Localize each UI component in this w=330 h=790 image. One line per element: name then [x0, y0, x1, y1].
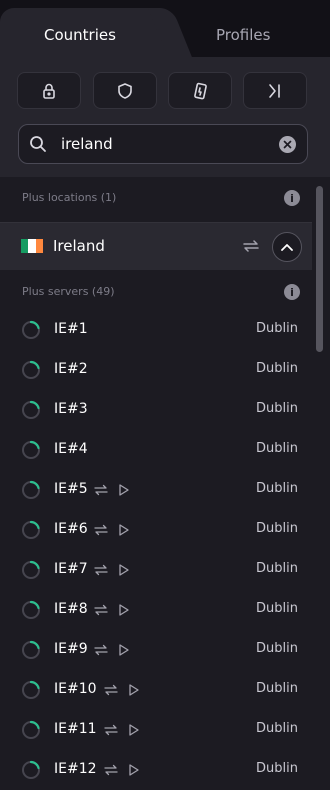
server-load-icon: [22, 560, 40, 579]
plus-servers-label: Plus servers (49): [22, 285, 115, 298]
netshield-filter-button[interactable]: [93, 72, 157, 109]
server-load-icon: [22, 520, 40, 539]
server-city: Dublin: [256, 521, 298, 536]
plus-locations-label: Plus locations (1): [22, 191, 117, 204]
play-icon[interactable]: [127, 763, 141, 777]
server-city: Dublin: [256, 321, 298, 336]
country-row-ireland[interactable]: Ireland: [0, 222, 312, 270]
clear-search-button[interactable]: [279, 136, 296, 153]
server-name: IE#8: [54, 601, 88, 617]
server-city: Dublin: [256, 761, 298, 776]
server-load-icon: [22, 720, 40, 739]
server-city: Dublin: [256, 601, 298, 616]
play-icon[interactable]: [117, 603, 131, 617]
server-city: Dublin: [256, 681, 298, 696]
close-icon: [283, 140, 292, 149]
server-row[interactable]: IE#4 Dublin: [0, 430, 312, 470]
reconnect-icon[interactable]: [94, 523, 108, 537]
reconnect-icon[interactable]: [94, 483, 108, 497]
ireland-flag-icon: [21, 239, 43, 253]
play-icon[interactable]: [117, 483, 131, 497]
flag-stripe-green: [21, 239, 29, 253]
reconnect-icon[interactable]: [104, 763, 118, 777]
server-city: Dublin: [256, 561, 298, 576]
play-icon[interactable]: [127, 683, 141, 697]
mobile-icon: [194, 82, 207, 99]
reconnect-icon[interactable]: [104, 683, 118, 697]
server-row[interactable]: IE#8 Dublin: [0, 590, 312, 630]
reconnect-icon[interactable]: [94, 563, 108, 577]
reconnect-icon[interactable]: [242, 238, 260, 254]
reconnect-icon[interactable]: [104, 723, 118, 737]
streaming-filter-button[interactable]: [168, 72, 232, 109]
search-input[interactable]: [61, 133, 261, 155]
tab-bar: Countries Profiles: [0, 0, 330, 57]
server-name: IE#10: [54, 681, 97, 697]
flag-stripe-white: [28, 239, 36, 253]
server-city: Dublin: [256, 401, 298, 416]
server-load-icon: [22, 600, 40, 619]
server-city: Dublin: [256, 481, 298, 496]
server-load-icon: [22, 320, 40, 339]
server-city: Dublin: [256, 641, 298, 656]
secure-core-filter-button[interactable]: [17, 72, 81, 109]
server-name: IE#7: [54, 561, 88, 577]
info-icon[interactable]: i: [284, 284, 300, 300]
server-name: IE#5: [54, 481, 88, 497]
play-icon[interactable]: [127, 723, 141, 737]
reconnect-icon[interactable]: [94, 603, 108, 617]
server-row[interactable]: IE#3 Dublin: [0, 390, 312, 430]
server-load-icon: [22, 400, 40, 419]
server-row[interactable]: IE#12 Dublin: [0, 750, 312, 790]
server-load-icon: [22, 680, 40, 699]
arrow-right-bar-icon: [269, 83, 280, 98]
server-row[interactable]: IE#10 Dublin: [0, 670, 312, 710]
server-name: IE#2: [54, 361, 88, 377]
server-row[interactable]: IE#7 Dublin: [0, 550, 312, 590]
server-load-icon: [22, 640, 40, 659]
server-row[interactable]: IE#5 Dublin: [0, 470, 312, 510]
server-load-icon: [22, 760, 40, 779]
server-name: IE#1: [54, 321, 88, 337]
server-city: Dublin: [256, 441, 298, 456]
reconnect-icon[interactable]: [94, 643, 108, 657]
lock-icon: [43, 83, 55, 99]
server-row[interactable]: IE#9 Dublin: [0, 630, 312, 670]
collapse-button[interactable]: [272, 232, 302, 262]
chevron-up-icon: [281, 244, 293, 251]
server-row[interactable]: IE#1 Dublin: [0, 310, 312, 350]
search-icon: [30, 136, 46, 152]
server-city: Dublin: [256, 721, 298, 736]
info-icon[interactable]: i: [284, 190, 300, 206]
server-name: IE#11: [54, 721, 97, 737]
server-list: IE#1 Dublin IE#2 Dublin IE#3 Dublin IE#4 Dublin…: [0, 310, 312, 790]
tab-countries-label[interactable]: Countries: [44, 26, 116, 44]
country-name: Ireland: [53, 237, 105, 255]
server-load-icon: [22, 360, 40, 379]
p2p-filter-button[interactable]: [243, 72, 307, 109]
shield-icon: [118, 82, 132, 99]
flag-stripe-orange: [35, 239, 43, 253]
server-name: IE#12: [54, 761, 97, 777]
server-row[interactable]: IE#6 Dublin: [0, 510, 312, 550]
server-city: Dublin: [256, 361, 298, 376]
play-icon[interactable]: [117, 643, 131, 657]
server-name: IE#6: [54, 521, 88, 537]
search-box[interactable]: [18, 124, 308, 164]
play-icon[interactable]: [117, 563, 131, 577]
tab-profiles[interactable]: Profiles: [216, 26, 270, 44]
play-icon[interactable]: [117, 523, 131, 537]
server-row[interactable]: IE#11 Dublin: [0, 710, 312, 750]
server-name: IE#4: [54, 441, 88, 457]
server-load-icon: [22, 440, 40, 459]
server-load-icon: [22, 480, 40, 499]
server-row[interactable]: IE#2 Dublin: [0, 350, 312, 390]
server-name: IE#9: [54, 641, 88, 657]
scrollbar-thumb[interactable]: [316, 186, 323, 352]
server-name: IE#3: [54, 401, 88, 417]
